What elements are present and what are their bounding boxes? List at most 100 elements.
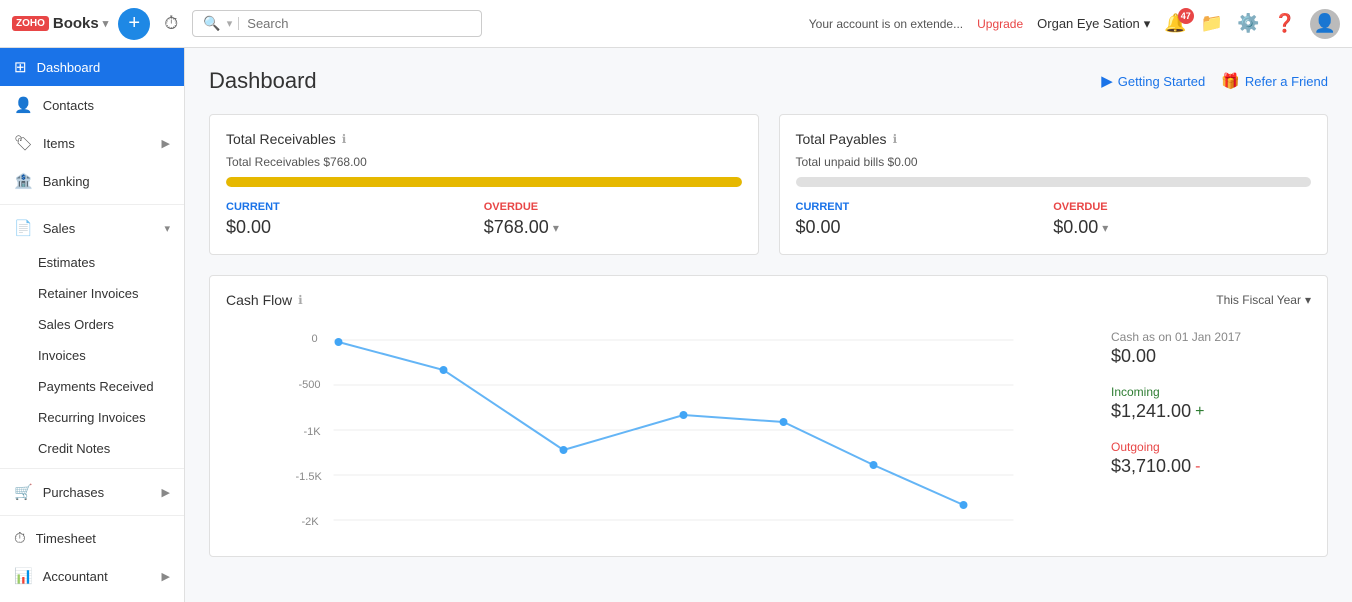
payables-overdue-stat: OVERDUE $0.00 ▾ xyxy=(1053,201,1311,238)
header-actions: ▶ Getting Started 🎁 Refer a Friend xyxy=(1101,72,1328,90)
sidebar-sub-recurring-invoices[interactable]: Recurring Invoices xyxy=(0,402,184,433)
sidebar-item-label: Accountant xyxy=(43,569,108,584)
payables-overdue-label: OVERDUE xyxy=(1053,201,1311,213)
cash-flow-info-icon[interactable]: ℹ xyxy=(298,293,303,307)
payables-title-label: Total Payables xyxy=(796,131,887,147)
legend-outgoing: Outgoing $3,710.00 - xyxy=(1111,440,1311,477)
user-avatar[interactable]: 👤 xyxy=(1310,9,1340,39)
overdue-dropdown-icon[interactable]: ▾ xyxy=(553,221,559,235)
sidebar-item-label: Dashboard xyxy=(37,60,101,75)
help-button[interactable]: ❓ xyxy=(1274,13,1296,34)
cash-flow-svg: 0 -500 -1K -1.5K -2K xyxy=(226,320,1091,540)
cash-flow-section: Cash Flow ℹ This Fiscal Year ▾ 0 -500 -1… xyxy=(209,275,1328,557)
cash-flow-body: 0 -500 -1K -1.5K -2K xyxy=(226,320,1311,540)
sidebar-divider-2 xyxy=(0,468,184,469)
sidebar-sub-retainer-invoices[interactable]: Retainer Invoices xyxy=(0,278,184,309)
sidebar-sub-sales-orders[interactable]: Sales Orders xyxy=(0,309,184,340)
legend-outgoing-value: $3,710.00 - xyxy=(1111,456,1311,477)
sidebar-item-dashboard[interactable]: ⊞ Dashboard xyxy=(0,48,184,86)
refer-friend-label: Refer a Friend xyxy=(1245,74,1328,89)
sidebar-item-items[interactable]: 🏷 Items ▶ xyxy=(0,124,184,162)
app-logo[interactable]: ZOHO Books ▾ xyxy=(12,15,108,32)
legend-cash-label: Cash as on 01 Jan 2017 xyxy=(1111,330,1311,344)
chart-point-5 xyxy=(870,461,878,469)
org-name-label: Organ Eye Sation xyxy=(1037,16,1140,31)
settings-button[interactable]: ⚙️ xyxy=(1237,13,1259,34)
payables-overdue-value: $0.00 ▾ xyxy=(1053,217,1311,238)
payables-subtitle: Total unpaid bills $0.00 xyxy=(796,155,1312,169)
search-bar[interactable]: 🔍 ▾ xyxy=(192,10,482,37)
y-label-2k: -2K xyxy=(302,516,320,528)
sidebar-sub-estimates[interactable]: Estimates xyxy=(0,247,184,278)
upgrade-link[interactable]: Upgrade xyxy=(977,17,1023,31)
sidebar-item-accountant[interactable]: 📊 Accountant ▶ xyxy=(0,557,184,595)
receivables-subtitle: Total Receivables $768.00 xyxy=(226,155,742,169)
getting-started-label: Getting Started xyxy=(1118,74,1205,89)
sidebar-item-sales[interactable]: 📄 Sales ▾ xyxy=(0,209,184,247)
receivables-overdue-value: $768.00 ▾ xyxy=(484,217,742,238)
receivables-info-icon[interactable]: ℹ xyxy=(342,132,347,146)
contacts-icon: 👤 xyxy=(14,96,33,114)
files-button[interactable]: 📁 xyxy=(1201,13,1223,34)
page-title: Dashboard xyxy=(209,68,1101,94)
gift-icon: 🎁 xyxy=(1221,72,1240,90)
sidebar-item-contacts[interactable]: 👤 Contacts xyxy=(0,86,184,124)
sales-chevron-icon: ▾ xyxy=(164,222,170,235)
payables-overdue-dropdown-icon[interactable]: ▾ xyxy=(1102,221,1108,235)
chart-point-0 xyxy=(335,338,343,346)
payments-received-label: Payments Received xyxy=(38,379,154,394)
history-button[interactable]: ⏱ xyxy=(160,9,182,38)
sales-orders-label: Sales Orders xyxy=(38,317,114,332)
items-icon: 🏷 xyxy=(14,134,33,152)
sidebar-divider xyxy=(0,204,184,205)
payables-info-icon[interactable]: ℹ xyxy=(893,132,898,146)
purchases-icon: 🛒 xyxy=(14,483,33,501)
org-chevron-icon[interactable]: ▾ xyxy=(103,17,109,30)
receivables-stats: CURRENT $0.00 OVERDUE $768.00 ▾ xyxy=(226,201,742,238)
chart-point-4 xyxy=(780,418,788,426)
legend-incoming-label: Incoming xyxy=(1111,385,1311,399)
org-selector[interactable]: Organ Eye Sation ▾ xyxy=(1037,16,1150,32)
sidebar-sub-payments-received[interactable]: Payments Received xyxy=(0,371,184,402)
receivables-current-value: $0.00 xyxy=(226,217,484,238)
sidebar-item-label: Purchases xyxy=(43,485,104,500)
payables-current-stat: CURRENT $0.00 xyxy=(796,201,1054,238)
payables-current-label: CURRENT xyxy=(796,201,1054,213)
chart-point-3 xyxy=(680,411,688,419)
sidebar-item-banking[interactable]: 🏦 Banking xyxy=(0,162,184,200)
cash-flow-line xyxy=(339,342,964,505)
sidebar-item-label: Banking xyxy=(43,174,90,189)
sidebar-item-label: Contacts xyxy=(43,98,94,113)
top-navigation: ZOHO Books ▾ + ⏱ 🔍 ▾ Your account is on … xyxy=(0,0,1352,48)
cash-flow-filter[interactable]: This Fiscal Year ▾ xyxy=(1216,293,1311,307)
chart-point-6 xyxy=(960,501,968,509)
sidebar-sub-invoices[interactable]: Invoices xyxy=(0,340,184,371)
receivables-progress-bar-wrap xyxy=(226,177,742,187)
summary-cards-row: Total Receivables ℹ Total Receivables $7… xyxy=(209,114,1328,255)
sidebar-item-label: Sales xyxy=(43,221,76,236)
refer-friend-link[interactable]: 🎁 Refer a Friend xyxy=(1221,72,1328,90)
receivables-progress-bar xyxy=(226,177,742,187)
estimates-label: Estimates xyxy=(38,255,95,270)
sidebar-item-label: Timesheet xyxy=(36,531,96,546)
cash-flow-filter-chevron-icon: ▾ xyxy=(1305,293,1311,307)
legend-outgoing-label: Outgoing xyxy=(1111,440,1311,454)
chart-point-2 xyxy=(560,446,568,454)
account-message: Your account is on extende... xyxy=(809,17,963,31)
add-button[interactable]: + xyxy=(118,8,150,40)
notifications-button[interactable]: 🔔 47 xyxy=(1164,13,1186,34)
receivables-overdue-label: OVERDUE xyxy=(484,201,742,213)
search-filter-icon[interactable]: ▾ xyxy=(227,17,240,30)
zoho-brand-icon: ZOHO xyxy=(12,16,49,31)
getting-started-link[interactable]: ▶ Getting Started xyxy=(1101,72,1205,90)
legend-cash-as-of: Cash as on 01 Jan 2017 $0.00 xyxy=(1111,330,1311,367)
sidebar-item-purchases[interactable]: 🛒 Purchases ▶ xyxy=(0,473,184,511)
org-dropdown-icon[interactable]: ▾ xyxy=(1144,16,1151,32)
search-input[interactable] xyxy=(247,16,471,31)
legend-incoming: Incoming $1,241.00 + xyxy=(1111,385,1311,422)
sidebar-item-timesheet[interactable]: ⏱ Timesheet xyxy=(0,520,184,557)
total-receivables-card: Total Receivables ℹ Total Receivables $7… xyxy=(209,114,759,255)
sidebar-sub-credit-notes[interactable]: Credit Notes xyxy=(0,433,184,464)
accountant-chevron-icon: ▶ xyxy=(162,570,170,583)
legend-cash-value: $0.00 xyxy=(1111,346,1311,367)
